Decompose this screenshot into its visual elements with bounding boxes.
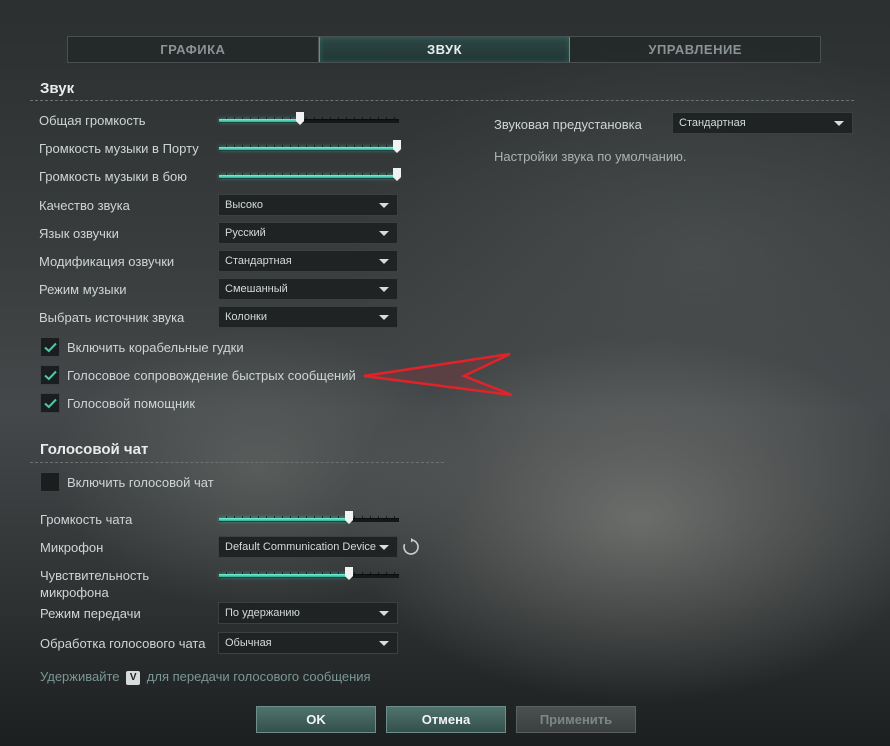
check-icon [43,342,57,352]
slider-thumb[interactable] [393,168,401,181]
voice-assistant-label: Голосовой помощник [67,396,196,411]
tab-sound[interactable]: ЗВУК [318,37,571,62]
slider-thumb[interactable] [393,140,401,153]
ship-horns-checkbox[interactable] [40,337,60,357]
voice-mod-label: Модификация озвучки [39,254,175,269]
settings-tabs: ГРАФИКА ЗВУК УПРАВЛЕНИЕ [67,36,821,63]
chevron-down-icon [379,202,389,208]
chat-volume-label: Громкость чата [40,512,133,527]
battle-music-volume-slider[interactable] [219,168,401,183]
microphone-label: Микрофон [40,540,104,555]
ok-button[interactable]: OK [256,706,376,733]
general-volume-label: Общая громкость [39,113,146,128]
chevron-down-icon [834,120,844,126]
enable-voice-chat-checkbox[interactable] [40,472,60,492]
voice-processing-dropdown[interactable]: Обычная [218,632,398,654]
chevron-down-icon [379,314,389,320]
voice-mod-value: Стандартная [225,255,292,267]
slider-thumb[interactable] [296,112,304,125]
slider-thumb[interactable] [345,511,353,524]
battle-music-volume-label: Громкость музыки в бою [39,169,188,184]
chevron-down-icon [379,544,389,550]
chat-volume-slider[interactable] [219,511,399,526]
port-music-volume-slider[interactable] [219,140,401,155]
sound-section-title: Звук [40,80,75,97]
voice-processing-label: Обработка голосового чата [40,636,206,651]
voice-language-dropdown[interactable]: Русский [218,222,398,244]
sound-preset-value: Стандартная [679,117,746,129]
apply-button[interactable]: Применить [516,706,636,733]
tab-graphics[interactable]: ГРАФИКА [68,37,319,62]
push-to-talk-hint: Удерживайте V для передачи голосового со… [40,669,371,685]
check-icon [43,370,57,380]
music-mode-dropdown[interactable]: Смешанный [218,278,398,300]
sound-quality-dropdown[interactable]: Высоко [218,194,398,216]
enable-voice-chat-label: Включить голосовой чат [67,475,214,490]
sound-quality-value: Высоко [225,199,264,211]
voice-language-label: Язык озвучки [39,226,119,241]
voice-chat-divider [30,462,444,463]
mic-sensitivity-label-line2: микрофона [40,585,109,600]
chevron-down-icon [379,610,389,616]
check-icon [43,398,57,408]
chevron-down-icon [379,258,389,264]
sound-quality-label: Качество звука [39,198,130,213]
slider-thumb[interactable] [345,567,353,580]
voice-chat-section-title: Голосовой чат [40,441,149,458]
quick-messages-voice-checkbox[interactable] [40,365,60,385]
transmit-mode-value: По удержанию [225,607,300,619]
mic-sensitivity-slider[interactable] [219,567,399,582]
microphone-value: Default Communication Device [225,541,377,553]
general-volume-slider[interactable] [219,112,399,127]
tab-controls[interactable]: УПРАВЛЕНИЕ [570,37,820,62]
sound-preset-description: Настройки звука по умолчанию. [494,149,687,164]
voice-mod-dropdown[interactable]: Стандартная [218,250,398,272]
chevron-down-icon [379,286,389,292]
sound-preset-dropdown[interactable]: Стандартная [672,112,853,134]
hint-prefix: Удерживайте [40,669,120,684]
quick-messages-voice-label: Голосовое сопровождение быстрых сообщени… [67,368,356,383]
sound-source-label: Выбрать источник звука [39,310,185,325]
port-music-volume-label: Громкость музыки в Порту [39,141,199,156]
music-mode-value: Смешанный [225,283,288,295]
music-mode-label: Режим музыки [39,282,127,297]
mic-sensitivity-label-line1: Чувствительность [40,568,150,583]
voice-language-value: Русский [225,227,266,239]
hint-suffix: для передачи голосового сообщения [146,669,371,684]
microphone-dropdown[interactable]: Default Communication Device [218,536,398,558]
sound-source-value: Колонки [225,311,267,323]
voice-processing-value: Обычная [225,637,272,649]
sound-divider [30,100,854,101]
key-v-badge: V [126,671,141,685]
ship-horns-label: Включить корабельные гудки [67,340,244,355]
red-arrow-annotation-icon [363,352,513,397]
cancel-button[interactable]: Отмена [386,706,506,733]
sound-source-dropdown[interactable]: Колонки [218,306,398,328]
sound-preset-label: Звуковая предустановка [494,117,642,132]
refresh-icon[interactable] [402,538,420,556]
chevron-down-icon [379,230,389,236]
voice-assistant-checkbox[interactable] [40,393,60,413]
transmit-mode-label: Режим передачи [40,606,141,621]
chevron-down-icon [379,640,389,646]
transmit-mode-dropdown[interactable]: По удержанию [218,602,398,624]
